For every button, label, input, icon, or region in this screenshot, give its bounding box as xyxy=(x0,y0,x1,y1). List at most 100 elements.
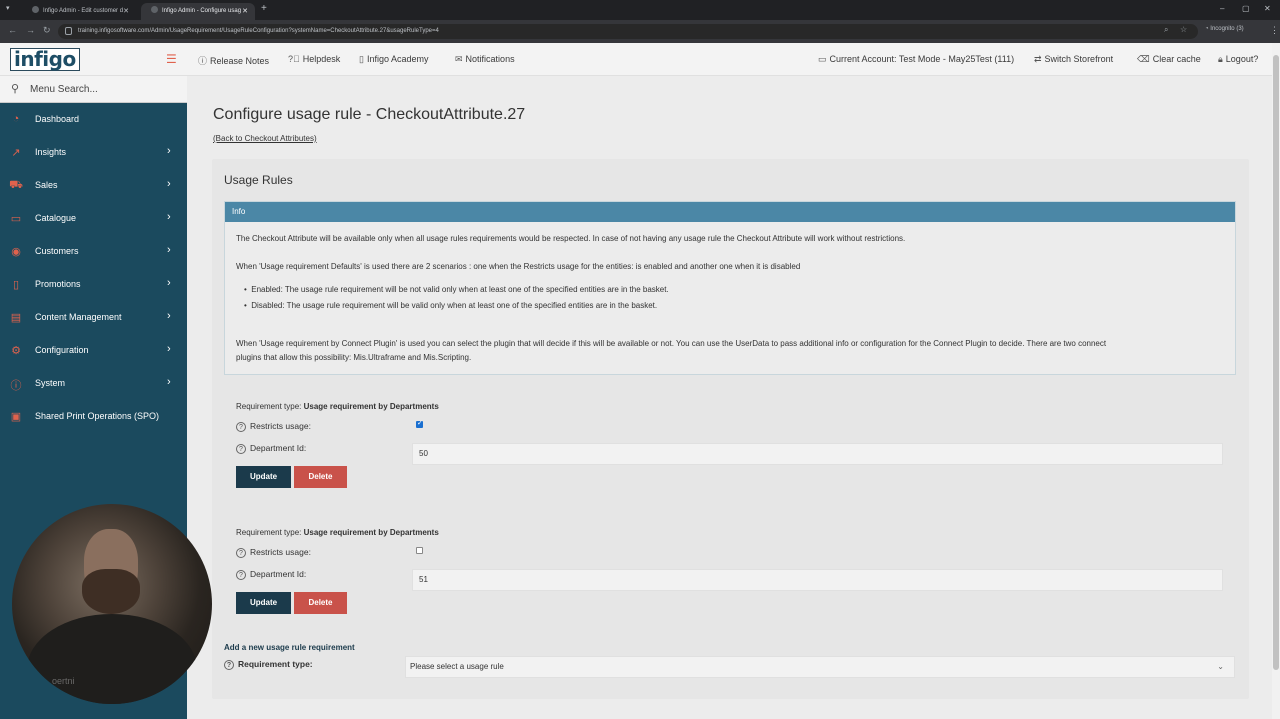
forward-icon[interactable]: → xyxy=(26,25,35,35)
presenter-torso xyxy=(27,614,197,704)
select-value: Please select a usage rule xyxy=(410,662,504,671)
sidebar-item-insights[interactable]: ↗ Insights › xyxy=(0,141,187,165)
requirement-type-select[interactable]: Please select a usage rule ⌄ xyxy=(405,656,1235,678)
sidebar-item-label: Configuration xyxy=(35,345,89,355)
page-title: Configure usage rule - CheckoutAttribute… xyxy=(213,106,526,123)
sidebar-item-content-management[interactable]: ▤ Content Management › xyxy=(0,306,187,330)
sidebar-item-label: Customers xyxy=(35,246,79,256)
new-tab-button[interactable]: + xyxy=(261,3,267,14)
lock-icon: 🔒︎ xyxy=(1218,54,1223,64)
department-id-label: ? Department Id: xyxy=(236,443,306,454)
incognito-label: Incognito (3) xyxy=(1210,26,1244,32)
sidebar-item-label: Sales xyxy=(35,180,58,190)
restricts-usage-checkbox[interactable] xyxy=(416,547,423,554)
sidebar-item-promotions[interactable]: ▯ Promotions › xyxy=(0,273,187,297)
info-bullet-text: Enabled: The usage rule requirement will… xyxy=(251,285,669,294)
helpdesk-link[interactable]: ?⃝ Helpdesk xyxy=(288,54,340,64)
sidebar-item-catalogue[interactable]: ▭ Catalogue › xyxy=(0,207,187,231)
sidebar-item-configuration[interactable]: ⚙ Configuration › xyxy=(0,339,187,363)
mail-icon: ✉ xyxy=(455,54,463,64)
close-tab-icon[interactable]: ✕ xyxy=(242,3,248,20)
release-notes-link[interactable]: ⓘ Release Notes xyxy=(198,54,269,67)
browser-tab-title: Infigo Admin - Edit customer d xyxy=(43,8,124,14)
department-id-input[interactable]: 51 xyxy=(412,569,1223,591)
sidebar-item-sales[interactable]: ⛟ Sales › xyxy=(0,174,187,198)
requirement-type-prefix: Requirement type: xyxy=(236,528,302,537)
field-label-text: Department Id: xyxy=(250,443,307,453)
sidebar-item-label: Content Management xyxy=(35,312,122,322)
chevron-right-icon: › xyxy=(167,310,171,322)
info-panel: Info The Checkout Attribute will be avai… xyxy=(224,201,1236,375)
add-new-requirement-title: Add a new usage rule requirement xyxy=(224,643,355,652)
chevron-right-icon: › xyxy=(167,211,171,223)
print-icon: ▣ xyxy=(10,411,22,423)
clear-cache-link[interactable]: ⌫ Clear cache xyxy=(1137,54,1201,65)
maximize-icon[interactable]: ▢ xyxy=(1242,4,1250,13)
page-scrollbar[interactable] xyxy=(1272,43,1280,719)
department-id-label: ? Department Id: xyxy=(236,569,306,580)
info-paragraph: When 'Usage requirement Defaults' is use… xyxy=(236,262,801,271)
sidebar-item-dashboard[interactable]: ◔ Dashboard xyxy=(0,108,187,132)
search-icon: ⚲ xyxy=(11,83,20,95)
help-icon[interactable]: ? xyxy=(224,660,234,670)
address-bar[interactable]: training.infigosoftware.com/Admin/UsageR… xyxy=(58,24,1198,39)
infigo-logo[interactable]: infigo xyxy=(10,47,80,71)
browser-menu-icon[interactable]: ⋮ xyxy=(1270,25,1279,36)
site-info-icon[interactable] xyxy=(65,27,72,35)
switch-storefront-label: Switch Storefront xyxy=(1044,54,1114,64)
field-label-text: Requirement type: xyxy=(238,659,313,669)
delete-button[interactable]: Delete xyxy=(294,592,347,614)
sidebar-item-label: Shared Print Operations (SPO) xyxy=(35,411,160,421)
current-account-label: Current Account: Test Mode - May25Test (… xyxy=(829,54,1015,64)
browser-tab-1[interactable]: Infigo Admin - Edit customer d ✕ xyxy=(22,3,136,20)
minimize-icon[interactable]: – xyxy=(1220,4,1224,13)
sidebar-item-customers[interactable]: ◉ Customers › xyxy=(0,240,187,264)
back-icon[interactable]: ← xyxy=(8,25,17,35)
sidebar-item-label: Promotions xyxy=(35,279,81,289)
sidebar-item-system[interactable]: ⓘ System › xyxy=(0,372,187,396)
update-button[interactable]: Update xyxy=(236,466,291,488)
cart-icon: ⛟ xyxy=(9,179,23,191)
monitor-icon: ▭ xyxy=(818,54,827,64)
helpdesk-label: Helpdesk xyxy=(302,54,341,64)
restricts-usage-label: ? Restricts usage: xyxy=(236,547,311,558)
department-id-input[interactable]: 50 xyxy=(412,443,1223,465)
hamburger-menu-icon[interactable]: ☰ xyxy=(166,53,177,65)
webcam-overlay: oertni xyxy=(12,504,212,704)
help-icon[interactable]: ? xyxy=(236,444,246,454)
info-paragraph: The Checkout Attribute will be available… xyxy=(236,234,906,243)
close-tab-icon[interactable]: ✕ xyxy=(123,3,129,20)
infigo-academy-link[interactable]: ▯ Infigo Academy xyxy=(359,54,429,65)
book-icon: ▯ xyxy=(359,54,364,64)
bookmark-star-icon[interactable]: ☆ xyxy=(1180,25,1187,34)
shirt-print: oertni xyxy=(52,676,75,686)
incognito-badge[interactable]: ◔ Incognito (3) xyxy=(1205,26,1244,32)
logout-label: Logout? xyxy=(1225,54,1259,64)
notifications-link[interactable]: ✉ Notifications xyxy=(455,54,515,65)
sidebar-item-label: Catalogue xyxy=(35,213,77,223)
delete-button[interactable]: Delete xyxy=(294,466,347,488)
browser-toolbar: ← → ↻ training.infigosoftware.com/Admin/… xyxy=(0,20,1280,43)
restricts-usage-label: ? Restricts usage: xyxy=(236,421,311,432)
help-icon[interactable]: ? xyxy=(236,548,246,558)
browser-tab-2[interactable]: Infigo Admin - Configure usag ✕ xyxy=(141,3,255,20)
logout-link[interactable]: 🔒︎ Logout? xyxy=(1218,54,1258,65)
restricts-usage-checkbox[interactable] xyxy=(416,419,423,428)
back-to-checkout-attributes-link[interactable]: (Back to Checkout Attributes) xyxy=(213,134,317,143)
current-account-link[interactable]: ▭ Current Account: Test Mode - May25Test … xyxy=(818,54,1014,65)
switch-storefront-link[interactable]: ⇄ Switch Storefront xyxy=(1034,54,1113,65)
sidebar-item-label: System xyxy=(35,378,66,388)
scrollbar-thumb[interactable] xyxy=(1273,55,1279,670)
info-paragraph: plugins that allow this possibility: Mis… xyxy=(236,353,472,362)
help-icon[interactable]: ? xyxy=(236,570,246,580)
zoom-icon[interactable]: ⌕ xyxy=(1164,25,1168,35)
release-notes-label: Release Notes xyxy=(210,56,270,66)
sidebar-item-spo[interactable]: ▣ Shared Print Operations (SPO) xyxy=(0,405,187,429)
close-window-icon[interactable]: ✕ xyxy=(1264,4,1271,13)
reload-icon[interactable]: ↻ xyxy=(43,25,51,36)
tab-search-icon[interactable]: ▾ xyxy=(6,4,10,12)
requirement-type-label: ? Requirement type: xyxy=(224,659,313,670)
menu-search-input[interactable] xyxy=(30,81,180,98)
update-button[interactable]: Update xyxy=(236,592,291,614)
help-icon[interactable]: ? xyxy=(236,422,246,432)
